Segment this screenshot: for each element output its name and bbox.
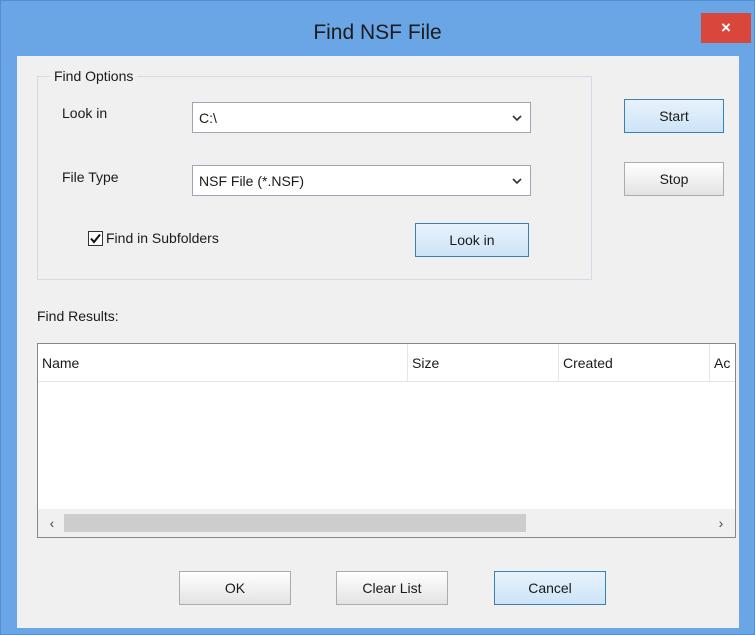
- scroll-left-icon[interactable]: ‹: [40, 509, 64, 537]
- look-in-value: C:\: [199, 110, 217, 126]
- look-in-label: Look in: [62, 105, 108, 121]
- find-results-list[interactable]: Name Size Created Ac ‹ ›: [37, 343, 736, 538]
- dialog-body: Find Options Look in C:\ File Type NSF F…: [17, 56, 739, 628]
- column-header-accessed[interactable]: Ac: [710, 344, 735, 382]
- start-button[interactable]: Start: [624, 99, 724, 133]
- clear-list-button[interactable]: Clear List: [336, 571, 448, 605]
- window-title: Find NSF File: [313, 21, 442, 44]
- find-options-group: Find Options Look in C:\ File Type NSF F…: [37, 68, 592, 280]
- ok-button[interactable]: OK: [179, 571, 291, 605]
- column-header-size[interactable]: Size: [408, 344, 559, 382]
- horizontal-scrollbar[interactable]: ‹ ›: [38, 509, 735, 537]
- find-in-subfolders-checkbox[interactable]: [88, 231, 103, 246]
- column-header-name[interactable]: Name: [38, 344, 408, 382]
- stop-button[interactable]: Stop: [624, 162, 724, 196]
- find-options-legend: Find Options: [50, 68, 138, 84]
- file-type-label: File Type: [62, 169, 119, 185]
- checkmark-icon: [90, 233, 101, 244]
- look-in-dropdown[interactable]: C:\: [192, 102, 531, 133]
- close-button[interactable]: ×: [701, 13, 751, 43]
- chevron-down-icon: [512, 178, 522, 185]
- find-nsf-file-dialog: Find NSF File × Find Options Look in C:\…: [0, 0, 755, 635]
- find-results-label: Find Results:: [37, 308, 119, 324]
- cancel-button[interactable]: Cancel: [494, 571, 606, 605]
- close-icon: ×: [721, 18, 731, 37]
- scroll-right-icon[interactable]: ›: [709, 509, 733, 537]
- file-type-value: NSF File (*.NSF): [199, 173, 304, 189]
- file-type-dropdown[interactable]: NSF File (*.NSF): [192, 165, 531, 196]
- scroll-thumb[interactable]: [64, 514, 526, 532]
- results-header: Name Size Created Ac: [38, 344, 735, 382]
- find-in-subfolders-label: Find in Subfolders: [106, 230, 219, 246]
- chevron-down-icon: [512, 115, 522, 122]
- column-header-created[interactable]: Created: [559, 344, 710, 382]
- look-in-button[interactable]: Look in: [415, 223, 529, 257]
